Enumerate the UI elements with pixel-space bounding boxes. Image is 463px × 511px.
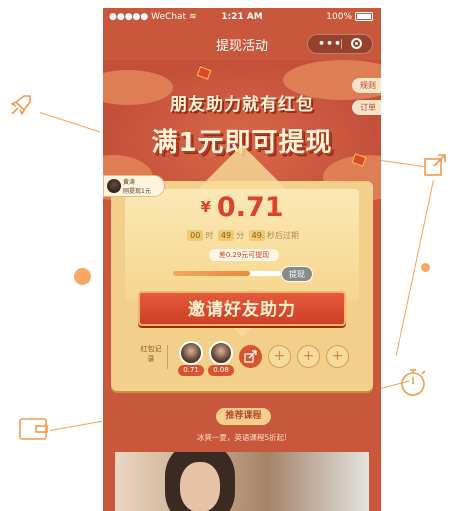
invite-friends-button[interactable]: 邀请好友助力	[138, 291, 346, 326]
dot-small-icon	[421, 263, 430, 272]
helper-avatar	[107, 179, 121, 193]
more-icon[interactable]: •••	[318, 37, 342, 50]
amount-value: 0.71	[216, 192, 284, 223]
dot-icon	[74, 268, 91, 285]
helper-amount-1: 0.71	[178, 365, 204, 376]
minute-unit: 分	[236, 231, 245, 240]
phone-screen: ●●●●● WeChat ≋ 1:21 AM 100% 提现活动 ••• 规则 …	[103, 8, 381, 511]
helper-amount-2: 0.08	[208, 365, 234, 376]
progress-fill	[173, 271, 250, 276]
helper-avatar-2	[209, 341, 233, 365]
capsule-divider	[341, 39, 342, 49]
expire-suffix: 秒后过期	[266, 231, 299, 240]
deco-line-right	[380, 160, 426, 168]
countdown-timer: 00 时 49 分 49 秒后过期	[103, 230, 381, 241]
difference-badge: 差0.29元可提现	[209, 249, 279, 261]
miniprogram-capsule[interactable]: •••	[307, 34, 373, 54]
empty-helper-slot[interactable]: +	[326, 345, 349, 368]
deco-line-left-bottom	[49, 420, 103, 431]
rocket-icon	[11, 95, 31, 115]
share-box-icon	[424, 154, 446, 176]
close-icon[interactable]	[351, 38, 362, 49]
share-icon	[244, 350, 257, 363]
share-slot-button[interactable]	[239, 345, 262, 368]
battery-indicator: 100%	[326, 12, 373, 22]
empty-helper-slot[interactable]: +	[297, 345, 320, 368]
helper-avatar-1	[179, 341, 203, 365]
battery-percent: 100%	[326, 12, 352, 22]
battery-icon	[355, 12, 373, 21]
hour-unit: 时	[205, 231, 214, 240]
stopwatch-icon	[401, 369, 426, 396]
helper-name: 黄涛	[123, 179, 136, 186]
countdown-hours: 00	[187, 230, 204, 241]
countdown-seconds: 49	[248, 230, 265, 241]
recommended-courses-tag: 推荐课程	[216, 408, 271, 425]
countdown-minutes: 49	[217, 230, 235, 241]
status-bar: ●●●●● WeChat ≋ 1:21 AM 100%	[103, 8, 381, 28]
records-divider	[167, 345, 168, 369]
courses-subtitle: 冰爽一夏，英语课程5折起!	[196, 433, 288, 442]
deco-line-top	[39, 112, 101, 133]
slogan-line-1: 朋友助力就有红包	[170, 95, 314, 115]
wallet-icon	[19, 418, 48, 440]
photo-face	[180, 462, 220, 511]
empty-helper-slot[interactable]: +	[268, 345, 291, 368]
records-label: 红包记录	[140, 345, 162, 363]
reward-amount: ¥0.71	[103, 192, 381, 223]
withdraw-progress-bar	[173, 271, 281, 276]
red-envelope-decoration	[196, 66, 212, 80]
course-banner-image[interactable]	[115, 452, 369, 511]
withdraw-button[interactable]: 提现	[281, 266, 313, 282]
currency-symbol: ¥	[200, 198, 211, 216]
nav-bar: 提现活动 •••	[103, 28, 381, 60]
